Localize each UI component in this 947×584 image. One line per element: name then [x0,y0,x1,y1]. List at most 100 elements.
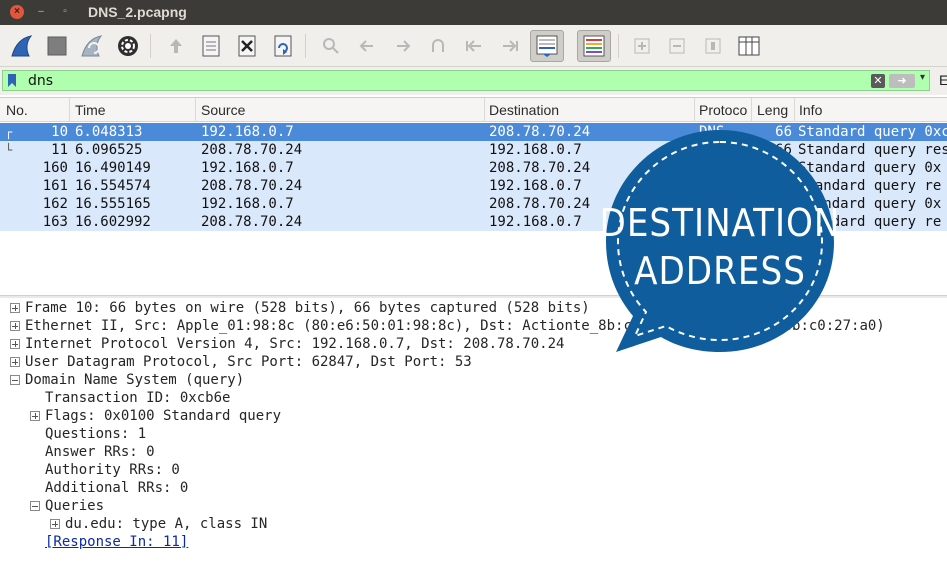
packet-list-header: No. Time Source Destination Protoco Leng… [0,98,947,122]
expand-plus-icon[interactable] [50,519,60,529]
find-packet-icon[interactable] [317,32,345,60]
collapse-minus-icon[interactable] [30,501,40,511]
display-filter-input[interactable]: dns ✕ ➜ ▾ [2,70,930,91]
callout-line-2: ADDRESS [634,249,806,293]
packet-cell-no: 160 [42,160,68,176]
packet-cell-destination: 208.78.70.24 [489,124,591,140]
zoom-out-icon[interactable] [663,32,691,60]
detail-tree-item[interactable]: Flags: 0x0100 Standard query [45,407,281,425]
toolbar-separator [618,34,619,58]
restart-fin-icon[interactable] [78,32,106,60]
column-separator[interactable] [195,98,196,122]
column-separator[interactable] [751,98,752,122]
last-packet-icon[interactable] [496,32,524,60]
expand-plus-icon[interactable] [30,411,40,421]
expand-plus-icon[interactable] [10,303,20,313]
column-header-protocol[interactable]: Protoco [699,102,749,118]
packet-cell-time: 16.554574 [75,178,151,194]
packet-cell-destination: 192.168.0.7 [489,178,582,194]
column-header-no[interactable]: No. [6,102,28,118]
go-to-packet-icon[interactable] [424,32,452,60]
detail-tree-item[interactable]: Transaction ID: 0xcb6e [45,389,230,407]
packet-cell-no: 10 [51,124,68,140]
detail-tree-item[interactable]: Frame 10: 66 bytes on wire (528 bits), 6… [25,299,590,317]
packet-cell-source: 192.168.0.7 [201,196,294,212]
resize-columns-icon[interactable] [735,32,763,60]
packet-cell-destination: 192.168.0.7 [489,214,582,230]
shark-fin-start-icon[interactable] [8,32,36,60]
minimize-window-button[interactable]: – [34,5,48,19]
zoom-in-icon[interactable] [628,32,656,60]
bookmark-icon[interactable] [8,74,16,87]
window-title: DNS_2.pcapng [88,4,187,20]
detail-tree-item[interactable]: Authority RRs: 0 [45,461,180,479]
open-file-icon[interactable] [162,32,190,60]
stop-square-icon[interactable] [43,32,71,60]
close-window-button[interactable]: × [10,5,24,19]
response-link-marker-icon: └ [5,143,13,157]
packet-cell-time: 6.048313 [75,124,143,140]
callout-line-1: DESTINATION [602,201,838,245]
packet-cell-source: 192.168.0.7 [201,160,294,176]
filter-text[interactable]: dns [28,73,53,89]
column-separator[interactable] [69,98,70,122]
packet-cell-time: 16.602992 [75,214,151,230]
packet-cell-time: 16.490149 [75,160,151,176]
close-file-icon[interactable] [233,32,261,60]
packet-cell-no: 162 [42,196,68,212]
packet-cell-time: 6.096525 [75,142,143,158]
packet-cell-destination: 208.78.70.24 [489,160,591,176]
packet-cell-source: 208.78.70.24 [201,178,303,194]
detail-tree-item[interactable]: du.edu: type A, class IN [65,515,267,533]
packet-cell-time: 16.555165 [75,196,151,212]
packet-cell-source: 208.78.70.24 [201,214,303,230]
title-bar: × – ▫ DNS_2.pcapng [0,0,947,25]
wireshark-window: × – ▫ DNS_2.pcapng dns ✕ ➜ ▾ E No. Time … [0,0,947,584]
column-header-length[interactable]: Leng [757,102,788,118]
expand-plus-icon[interactable] [10,321,20,331]
packet-cell-no: 11 [51,142,68,158]
expression-button[interactable]: E [939,72,947,88]
column-separator[interactable] [694,98,695,122]
column-header-source[interactable]: Source [201,102,245,118]
expand-plus-icon[interactable] [10,357,20,367]
filter-history-dropdown[interactable]: ▾ [920,72,925,83]
packet-cell-destination: 208.78.70.24 [489,196,591,212]
packet-cell-no: 161 [42,178,68,194]
packet-cell-destination: 192.168.0.7 [489,142,582,158]
column-header-destination[interactable]: Destination [489,102,559,118]
clear-filter-icon[interactable]: ✕ [871,74,885,88]
save-file-icon[interactable] [197,32,225,60]
apply-filter-icon[interactable]: ➜ [889,74,915,88]
detail-tree-item[interactable]: User Datagram Protocol, Src Port: 62847,… [25,353,472,371]
capture-options-gear-icon[interactable] [114,32,142,60]
detail-tree-item[interactable]: Additional RRs: 0 [45,479,188,497]
column-separator[interactable] [794,98,795,122]
autoscroll-icon[interactable] [530,30,564,62]
reload-file-icon[interactable] [269,32,297,60]
toolbar-separator [150,34,151,58]
colorize-icon[interactable] [577,30,611,62]
destination-address-callout: DESTINATION ADDRESS [602,130,838,352]
go-back-icon[interactable] [353,32,381,60]
first-packet-icon[interactable] [460,32,488,60]
column-header-time[interactable]: Time [75,102,106,118]
expand-plus-icon[interactable] [10,339,20,349]
detail-tree-item[interactable]: Queries [45,497,104,515]
display-filter-bar: dns ✕ ➜ ▾ E [0,67,947,95]
detail-tree-item[interactable]: Internet Protocol Version 4, Src: 192.16… [25,335,564,353]
packet-cell-source: 192.168.0.7 [201,124,294,140]
column-separator[interactable] [484,98,485,122]
column-header-info[interactable]: Info [799,102,822,118]
collapse-minus-icon[interactable] [10,375,20,385]
detail-tree-item[interactable]: Questions: 1 [45,425,146,443]
toolbar-separator [305,34,306,58]
detail-tree-item[interactable]: Domain Name System (query) [25,371,244,389]
normal-size-icon[interactable] [699,32,727,60]
detail-tree-item[interactable]: Answer RRs: 0 [45,443,155,461]
go-forward-icon[interactable] [389,32,417,60]
response-in-link[interactable]: [Response In: 11] [45,533,188,551]
request-link-marker-icon: ┌ [5,125,13,139]
packet-cell-no: 163 [42,214,68,230]
maximize-window-button[interactable]: ▫ [58,5,72,19]
